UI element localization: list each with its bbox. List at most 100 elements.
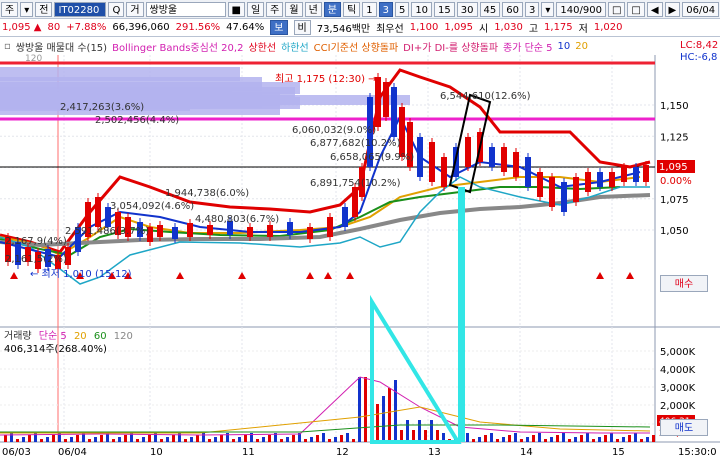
toolbar-item-25[interactable]: □ [607, 1, 626, 17]
volume-bar [70, 437, 73, 442]
toolbar-item-28[interactable]: ▶ [664, 1, 681, 17]
vp-label: 6,060,032(9.0%) [292, 125, 376, 136]
candle-body [465, 137, 471, 167]
toolbar-item-21[interactable]: 60 [502, 1, 523, 17]
volume-bar [466, 433, 469, 442]
candle-body [391, 87, 397, 137]
toolbar-item-4[interactable]: Q [108, 1, 125, 17]
volume-bar [196, 435, 199, 442]
volume-bar [358, 377, 361, 442]
volume-bar [286, 437, 289, 442]
candle-body [621, 167, 627, 182]
volume-bar [550, 437, 553, 442]
volume-bar [172, 435, 175, 442]
price-tick: 1,125 [660, 132, 689, 143]
candle-body [585, 172, 591, 192]
volume-bar [622, 437, 625, 442]
toolbar-item-16[interactable]: 5 [394, 1, 410, 17]
toolbar-item-15[interactable]: 3 [378, 1, 393, 17]
high-annotation: 최고 1,175 (12:30) → [275, 73, 377, 85]
volume-bar [430, 420, 433, 442]
toolbar-item-19[interactable]: 30 [456, 1, 478, 17]
toolbar-item-11[interactable]: 년 [304, 1, 322, 17]
toolbar-item-12[interactable]: 분 [323, 1, 341, 17]
toolbar-item-17[interactable]: 10 [411, 1, 433, 17]
volume-bar [526, 437, 529, 442]
sell-button[interactable]: 매도 [660, 419, 708, 436]
toolbar-item-26[interactable]: □ [627, 1, 645, 17]
toolbar-item-6[interactable]: 쌍방울 [145, 1, 226, 17]
volume-bar [304, 439, 307, 442]
volume-bar [508, 435, 511, 442]
vp-label: 6,658,065(9.9%) [330, 152, 414, 163]
toolbar-item-20[interactable]: 45 [479, 1, 501, 17]
volume-bar [598, 437, 601, 442]
current-pct: 0.00% [660, 176, 692, 187]
volume-bar [382, 396, 385, 442]
volume-bar [28, 435, 31, 442]
volume-bar [292, 435, 295, 442]
toolbar-item-24[interactable]: 140/900 [556, 1, 606, 17]
toolbar-item-9[interactable]: 주 [266, 1, 284, 17]
volume-tick: 4,000K [660, 365, 696, 376]
volume-bar [256, 439, 259, 442]
volume-bar [496, 439, 499, 442]
volume-bar [418, 420, 421, 442]
volume-bar [190, 437, 193, 442]
toolbar-item-7[interactable]: ■ [227, 1, 245, 17]
candle-body [429, 142, 435, 182]
toolbar-item-29[interactable]: 06/04 [682, 1, 720, 17]
volume-bar [574, 437, 577, 442]
quote-bar: 1,095 ▲ 80 +7.88% 66,396,060 291.56% 47.… [0, 19, 720, 37]
toolbar-item-2[interactable]: 전 [35, 1, 53, 17]
trade-power: 47.64% [226, 22, 265, 33]
volume-bar [124, 435, 127, 442]
toolbar-item-27[interactable]: ◀ [646, 1, 663, 17]
toolbar-item-1[interactable]: ▾ [20, 1, 34, 17]
volume-bar [544, 439, 547, 442]
vp-label: 4,480,803(6.7%) [195, 214, 279, 225]
volume-bar [364, 377, 367, 442]
toolbar-item-18[interactable]: 15 [434, 1, 455, 17]
price-chart[interactable]: 최고 1,175 (12:30) → ← 최저 1,010 (15:12) 6,54… [0, 37, 720, 459]
candle-body [643, 165, 649, 182]
toolbar-item-14[interactable]: 1 [362, 1, 377, 17]
volume-tick: 3,000K [660, 383, 696, 394]
toolbar-item-13[interactable]: 틱 [342, 1, 361, 17]
time-tick: 06/04 [58, 447, 87, 458]
vp-label: 2,167,9(4%) [5, 236, 67, 247]
main-toolbar: 주 ▾ 전 IT02280 Q 거 쌍방울 ■ 일 주 월 년 분 틱 1 3 5 10 15 30 45 60 3 ▾ 140… [0, 0, 720, 19]
buy-button[interactable]: 매수 [660, 275, 708, 292]
toolbar-item-3[interactable]: IT02280 [54, 1, 107, 17]
volume-bar [652, 435, 655, 442]
toolbar-item-23[interactable]: ▾ [541, 1, 555, 17]
volume-bar [322, 433, 325, 442]
volume-bar [646, 437, 649, 442]
view-button[interactable]: 보 [270, 20, 288, 35]
toolbar-item-5[interactable]: 거 [126, 1, 144, 17]
toolbar-item-22[interactable]: 3 [524, 1, 540, 17]
low-label: 저 [578, 24, 588, 35]
lc-label: LC:8,42 [680, 40, 719, 51]
candle-body [187, 223, 193, 237]
ratio-button[interactable]: 비 [293, 20, 311, 35]
volume-bar [556, 435, 559, 442]
toolbar-item-10[interactable]: 월 [285, 1, 303, 17]
volume-bar [640, 439, 643, 442]
volume-profile-bar [0, 89, 232, 103]
candle-body [157, 225, 163, 237]
volume-bar [136, 439, 139, 442]
volume-bar [616, 439, 619, 442]
candle-body [207, 225, 213, 235]
volume-bar [634, 433, 637, 442]
volume-ma120: 120 [113, 331, 133, 342]
candle-body [267, 225, 273, 237]
volume-bar [22, 437, 25, 442]
toolbar-item-8[interactable]: 일 [246, 1, 265, 17]
volume-bar [514, 433, 517, 442]
volume-bar [280, 439, 283, 442]
volume-bar [610, 433, 613, 442]
volume-bar [268, 435, 271, 442]
toolbar-item-0[interactable]: 주 [1, 1, 19, 17]
candle-body [633, 167, 639, 182]
